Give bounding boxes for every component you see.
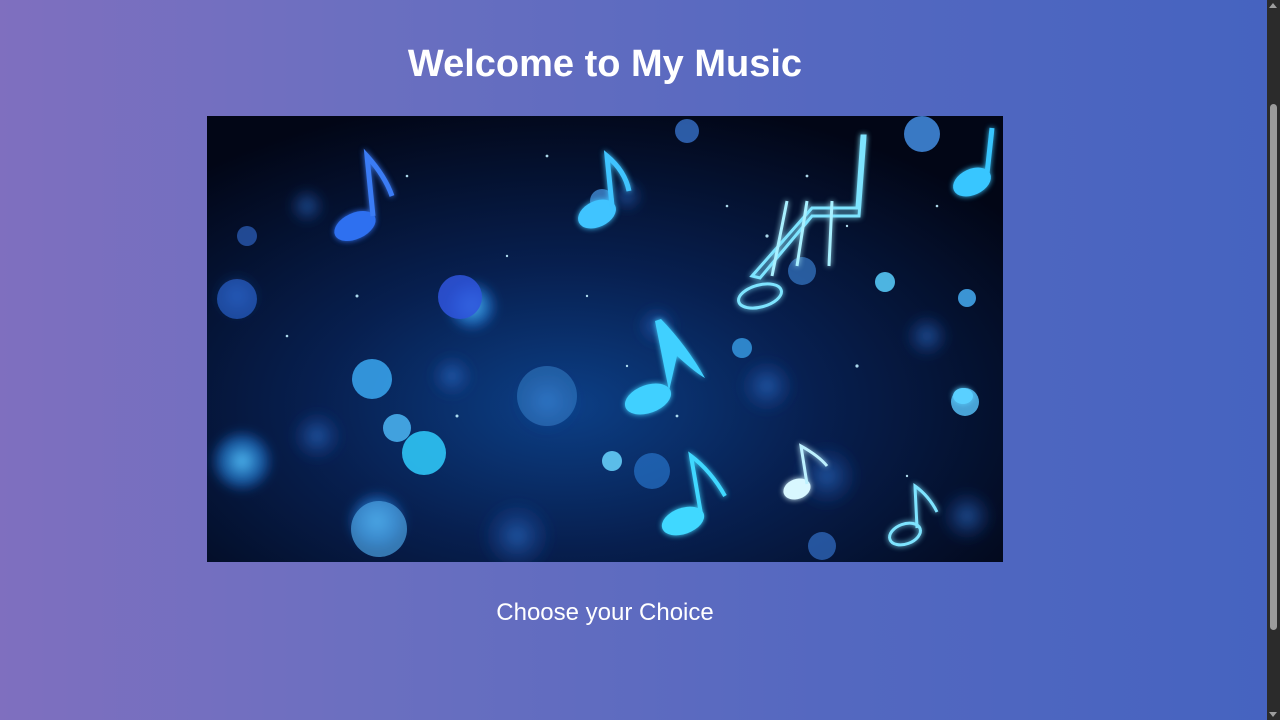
page-title: Welcome to My Music (407, 43, 803, 85)
scroll-up-arrow-icon[interactable] (1269, 3, 1277, 8)
scrollbar-thumb[interactable] (1270, 104, 1277, 630)
scroll-down-arrow-icon[interactable] (1269, 712, 1277, 717)
hero-image (207, 116, 1003, 562)
vertical-scrollbar[interactable] (1267, 0, 1280, 720)
page: Welcome to My Music Choose your Choice (0, 0, 1267, 720)
choose-choice-link[interactable]: Choose your Choice (0, 598, 1210, 628)
music-notes-image (207, 116, 1003, 562)
